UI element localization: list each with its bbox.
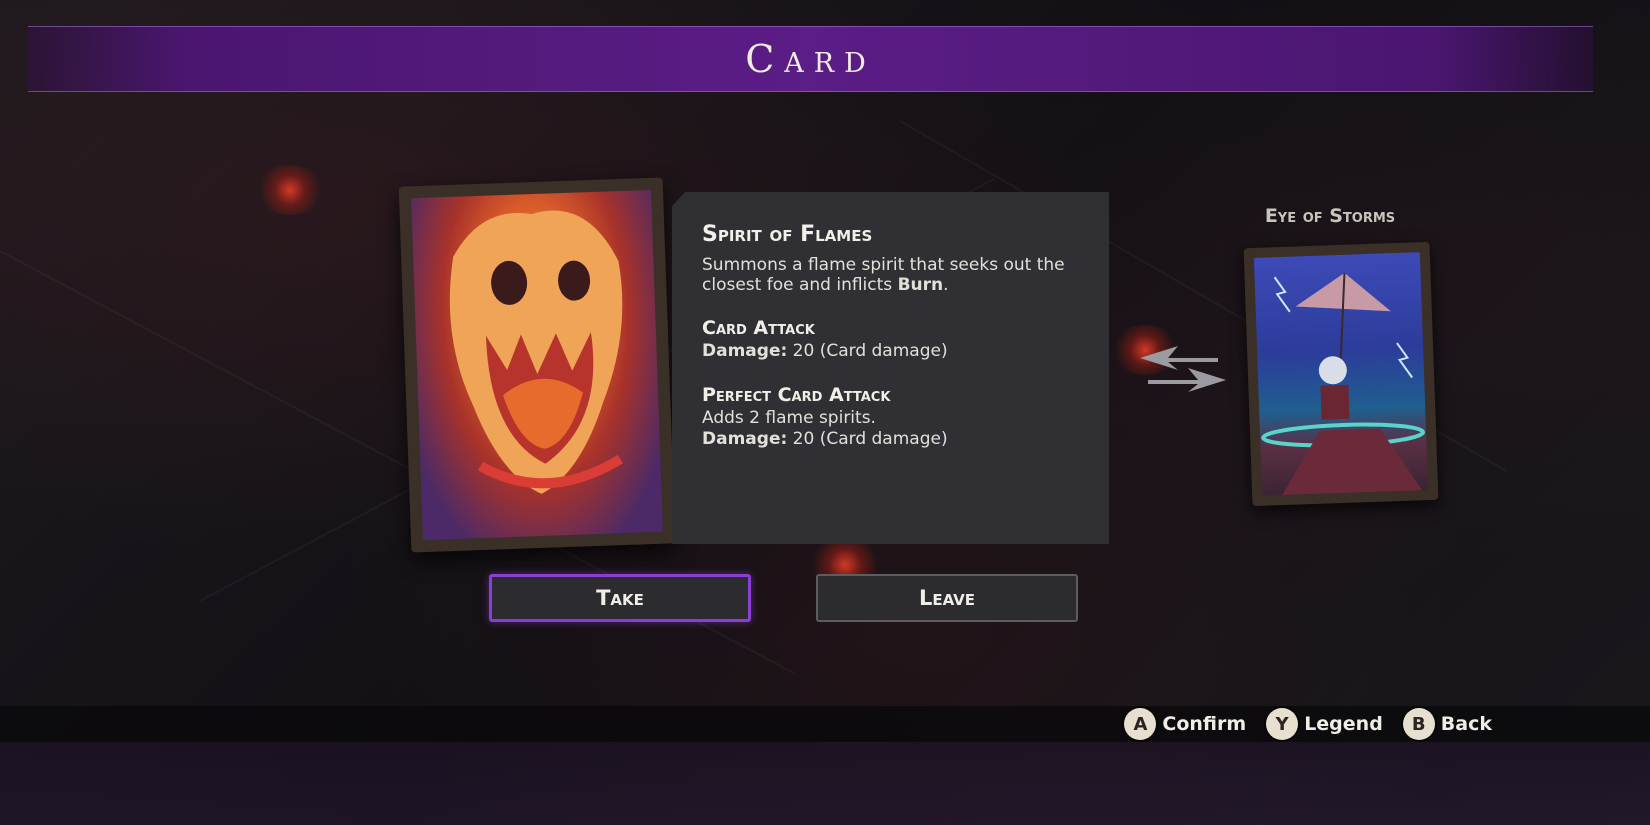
damage-label: Damage: (702, 429, 788, 449)
damage-value: 20 (Card damage) (792, 341, 948, 361)
current-card[interactable] (1243, 241, 1439, 507)
legend-hint[interactable]: Y Legend (1266, 708, 1383, 740)
y-button-icon: Y (1266, 708, 1299, 740)
damage-value: 20 (Card damage) (792, 429, 948, 449)
confirm-hint[interactable]: A Confirm (1124, 708, 1246, 740)
swap-arrows-icon (1140, 346, 1226, 392)
burn-keyword: Burn (897, 275, 944, 295)
current-card-name: Eye of Storms (1264, 205, 1396, 227)
card-name: Spirit of Flames (702, 222, 873, 247)
confirm-label: Confirm (1162, 713, 1247, 735)
perfect-attack-title: Perfect Card Attack (702, 384, 891, 406)
ember-glow (255, 165, 325, 215)
flame-spirit-art (411, 189, 663, 541)
description-end: . (943, 275, 949, 295)
eye-of-storms-art (1253, 252, 1429, 496)
leave-button[interactable]: Leave (816, 574, 1078, 622)
perfect-attack-damage: Damage: 20 (Card damage) (702, 429, 1081, 450)
legend-label: Legend (1304, 713, 1383, 735)
take-button[interactable]: Take (489, 574, 751, 622)
damage-label: Damage: (702, 341, 788, 361)
back-hint[interactable]: B Back (1402, 708, 1492, 740)
card-attack-title: Card Attack (702, 317, 815, 339)
b-button-icon: B (1402, 708, 1435, 740)
title-banner: Card (28, 26, 1593, 92)
bottom-strip (0, 742, 1650, 825)
perfect-attack-effect: Adds 2 flame spirits. (702, 408, 876, 428)
storm-illustration (1261, 272, 1426, 496)
controller-hints: A Confirm Y Legend B Back (1124, 706, 1492, 742)
flame-face-illustration (449, 210, 623, 494)
a-button-icon: A (1124, 708, 1157, 740)
back-label: Back (1440, 713, 1492, 735)
description-text: Summons a flame spirit that seeks out th… (702, 255, 1065, 295)
card-attack-damage: Damage: 20 (Card damage) (702, 341, 1081, 362)
card-info-panel: Spirit of Flames Summons a flame spirit … (672, 192, 1109, 544)
offered-card[interactable] (398, 177, 676, 553)
page-title: Card (745, 37, 876, 81)
card-description: Summons a flame spirit that seeks out th… (702, 255, 1081, 295)
